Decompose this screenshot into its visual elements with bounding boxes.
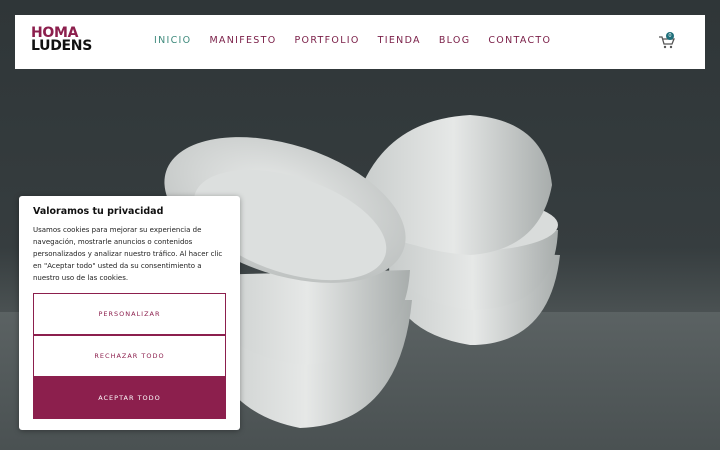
- cookie-consent-dialog: Valoramos tu privacidad Usamos cookies p…: [19, 196, 240, 430]
- nav-item-inicio[interactable]: INICIO: [154, 35, 191, 46]
- site-header: HOMA LUDENS INICIO MANIFESTO PORTFOLIO T…: [15, 15, 705, 69]
- nav-item-contacto[interactable]: CONTACTO: [488, 35, 551, 46]
- homa-ludens-logo[interactable]: HOMA LUDENS: [31, 26, 92, 54]
- cookie-body-text: Usamos cookies para mejorar su experienc…: [33, 226, 223, 282]
- nav-item-blog[interactable]: BLOG: [439, 35, 471, 46]
- cookie-title: Valoramos tu privacidad: [33, 206, 164, 217]
- nav-item-tienda[interactable]: TIENDA: [378, 35, 421, 46]
- reject-all-button[interactable]: RECHAZAR TODO: [33, 335, 226, 377]
- cart-count-badge: 0: [666, 32, 674, 40]
- nav-item-manifesto[interactable]: MANIFESTO: [209, 35, 276, 46]
- customize-button[interactable]: PERSONALIZAR: [33, 293, 226, 335]
- main-nav: INICIO MANIFESTO PORTFOLIO TIENDA BLOG C…: [154, 35, 569, 46]
- nav-item-portfolio[interactable]: PORTFOLIO: [295, 35, 360, 46]
- logo-line-2: LUDENS: [31, 38, 92, 54]
- accept-all-button[interactable]: ACEPTAR TODO: [33, 377, 226, 419]
